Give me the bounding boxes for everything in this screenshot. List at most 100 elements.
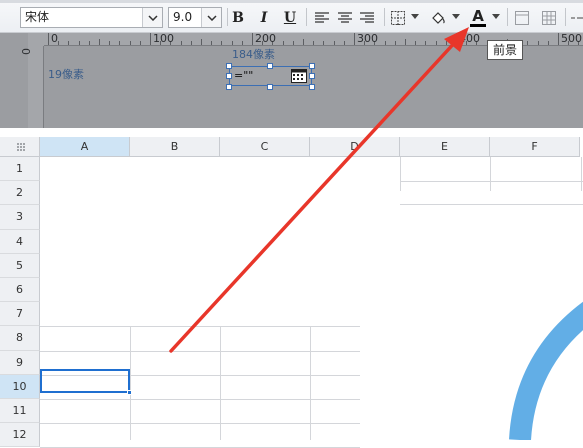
paint-bucket-icon: [432, 11, 445, 24]
ruler-v-label: 0: [19, 48, 32, 55]
align-left-button[interactable]: [314, 7, 330, 28]
ruler-tick: [150, 33, 151, 45]
ruler-tick: [343, 41, 345, 45]
row-header-9[interactable]: 9: [0, 350, 40, 375]
row-header-8[interactable]: 8: [0, 326, 40, 351]
ruler-tick: [537, 41, 539, 45]
resize-handle[interactable]: [267, 84, 273, 90]
row-header-7[interactable]: 7: [0, 302, 40, 327]
chevron-down-icon[interactable]: [201, 8, 221, 27]
resize-handle[interactable]: [226, 63, 232, 69]
ruler-tick: [527, 41, 529, 45]
row-header-2[interactable]: 2: [0, 181, 40, 206]
chevron-down-icon[interactable]: [142, 8, 162, 27]
ruler-corner: [28, 33, 44, 46]
column-header-c[interactable]: C: [220, 137, 310, 157]
ruler-label: 500: [561, 33, 582, 45]
align-center-button[interactable]: [337, 7, 353, 28]
gridline: [490, 157, 491, 191]
column-header-e[interactable]: E: [400, 137, 490, 157]
toolbar-separator: [306, 8, 307, 26]
date-widget[interactable]: ="": [229, 66, 312, 86]
sheet-gap: [0, 128, 583, 136]
caret-down-icon[interactable]: [452, 14, 460, 19]
ruler-label: 0: [51, 33, 58, 45]
ruler-tick: [180, 41, 182, 45]
font-family-value: 宋体: [25, 10, 50, 24]
align-center-icon: [338, 11, 352, 23]
resize-handle[interactable]: [309, 63, 315, 69]
ruler-tick: [425, 41, 427, 45]
border-button[interactable]: [390, 7, 406, 28]
ruler-tick: [384, 41, 386, 45]
italic-button[interactable]: I: [256, 7, 272, 28]
toolbar-top-border: [0, 0, 583, 3]
fill-handle[interactable]: [127, 390, 132, 395]
merge-cells-button[interactable]: [514, 7, 530, 28]
color-swatch: [470, 23, 486, 27]
grid-dots-icon: [17, 143, 25, 151]
gridline: [400, 157, 401, 191]
widget-formula: ="": [234, 69, 254, 82]
align-right-icon: [360, 11, 374, 23]
gridline: [400, 204, 583, 206]
resize-handle[interactable]: [267, 63, 273, 69]
more-button[interactable]: [571, 7, 583, 28]
resize-handle[interactable]: [309, 73, 315, 79]
designer-left-strip: [0, 46, 28, 128]
gridline: [40, 350, 360, 352]
row-header-10[interactable]: 10: [0, 374, 40, 399]
toolbar-separator: [227, 8, 228, 26]
ruler-tick: [323, 41, 325, 45]
row-header-3[interactable]: 3: [0, 205, 40, 230]
ruler-tick: [211, 41, 213, 45]
calendar-icon[interactable]: [291, 69, 307, 83]
font-size-select[interactable]: 9.0: [168, 7, 222, 28]
gridline: [40, 399, 360, 400]
ruler-tick: [99, 39, 100, 45]
gridline: [310, 326, 311, 440]
fill-color-button[interactable]: [430, 7, 446, 28]
row-header-11[interactable]: 11: [0, 399, 40, 424]
ruler-tick: [201, 39, 202, 45]
ruler-tick: [129, 41, 131, 45]
border-icon: [391, 10, 405, 25]
caret-down-icon[interactable]: [492, 14, 500, 19]
ruler-label: 200: [255, 33, 276, 45]
ruler-tick: [58, 41, 60, 45]
resize-handle[interactable]: [309, 84, 315, 90]
ruler-tick: [88, 41, 90, 45]
table-button[interactable]: [541, 7, 557, 28]
column-header-b[interactable]: B: [130, 137, 220, 157]
foreground-color-button[interactable]: A: [468, 7, 488, 28]
spreadsheet[interactable]: ABCDEF 1 2 3 4 5 6 7 8 9 10 11 12: [0, 128, 583, 448]
row-header-4[interactable]: 4: [0, 229, 40, 254]
row-header-1[interactable]: 1: [0, 157, 40, 182]
row-header-12[interactable]: 12: [0, 423, 40, 448]
resize-handle[interactable]: [226, 73, 232, 79]
resize-handle[interactable]: [226, 84, 232, 90]
foreground-tooltip: 前景: [487, 40, 523, 60]
selected-cell[interactable]: [40, 369, 130, 393]
ruler-tick: [282, 41, 284, 45]
ruler-tick: [303, 39, 304, 45]
font-family-select[interactable]: 宋体: [20, 7, 163, 28]
column-header-a[interactable]: A: [40, 137, 130, 157]
ruler-tick: [445, 41, 447, 45]
column-header-d[interactable]: D: [310, 137, 400, 157]
underline-button[interactable]: U: [282, 7, 298, 28]
ruler-tick: [394, 41, 396, 45]
align-left-icon: [315, 11, 329, 23]
bold-button[interactable]: B: [230, 7, 246, 28]
ruler-tick: [547, 41, 549, 45]
row-header-5[interactable]: 5: [0, 253, 40, 278]
select-all-corner[interactable]: [0, 137, 40, 157]
gridline: [130, 326, 131, 440]
align-right-button[interactable]: [359, 7, 375, 28]
ruler-tick: [354, 33, 355, 45]
row-header-6[interactable]: 6: [0, 278, 40, 303]
font-size-value: 9.0: [173, 10, 193, 24]
caret-down-icon[interactable]: [411, 14, 419, 19]
column-header-f[interactable]: F: [490, 137, 580, 157]
toolbar-separator: [507, 8, 508, 26]
